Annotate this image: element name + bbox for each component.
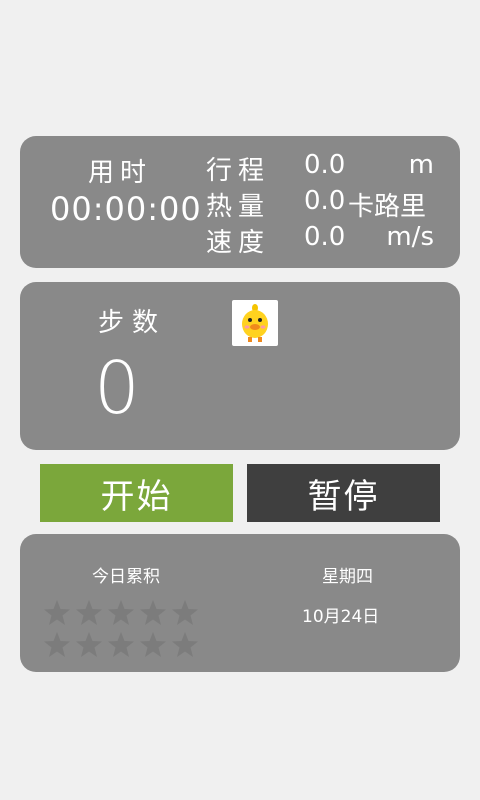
steps-count: 0 [94, 346, 140, 430]
distance-value: 0.0 [304, 150, 346, 180]
star-rating-row [42, 630, 200, 660]
today-total-label: 今日累积 [92, 567, 160, 587]
speed-value: 0.0 [304, 222, 346, 252]
chick-icon [232, 300, 278, 346]
steps-label: 步数 [98, 308, 167, 338]
star-icon [76, 632, 102, 657]
elapsed-time-label: 用时 [88, 158, 153, 188]
star-icon [76, 600, 102, 625]
star-icon [108, 632, 134, 657]
star-icon [108, 600, 134, 625]
calories-label: 热量 [206, 192, 271, 222]
star-icon [140, 632, 166, 657]
elapsed-time-value: 00:00:00 [50, 190, 202, 228]
star-rating-row [42, 598, 200, 628]
star-icon [140, 600, 166, 625]
start-button[interactable]: 开始 [40, 464, 233, 522]
daily-summary-card: 今日累积 星期四 10月24日 [20, 534, 460, 672]
weekday-label: 星期四 [322, 567, 373, 587]
calories-value: 0.0 [304, 186, 346, 216]
star-icon [44, 600, 70, 625]
star-icon [44, 632, 70, 657]
date-label: 10月24日 [302, 607, 380, 627]
speed-label: 速度 [206, 228, 271, 258]
calories-unit: 卡路里 [348, 192, 427, 222]
steps-card: 步数 0 [20, 282, 460, 450]
stats-card: 用时 00:00:00 行程 0.0 m 热量 0.0 卡路里 速度 0.0 m… [20, 136, 460, 268]
distance-label: 行程 [206, 156, 271, 186]
speed-unit: m/s [386, 222, 434, 252]
distance-unit: m [408, 150, 434, 180]
pause-button[interactable]: 暂停 [247, 464, 440, 522]
star-icon [172, 632, 198, 657]
star-icon [172, 600, 198, 625]
